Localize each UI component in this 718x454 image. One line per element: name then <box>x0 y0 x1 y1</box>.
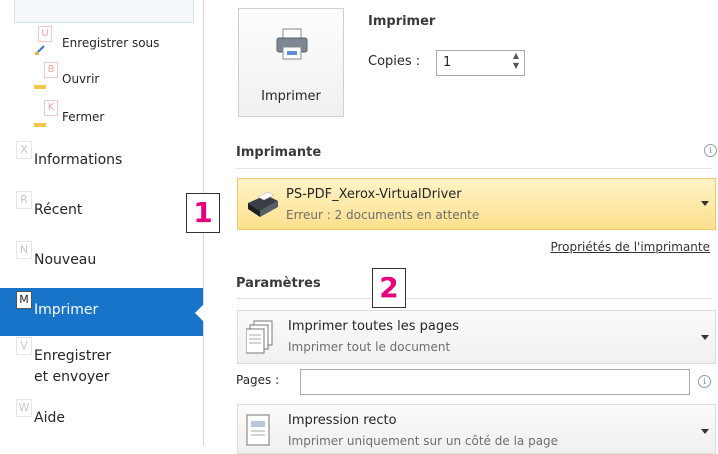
keytip-v: V <box>16 337 32 355</box>
nav-recent-label: Récent <box>34 202 83 218</box>
printer-properties-link[interactable]: Propriétés de l'imprimante <box>550 240 710 254</box>
nav-enregistrer-envoyer[interactable]: V Enregistrer et envoyer <box>0 334 203 390</box>
settings-divider <box>236 298 712 299</box>
previous-item-highlight <box>14 0 194 23</box>
nav-enregistrer-label-line2: et envoyer <box>34 369 110 385</box>
nav-aide[interactable]: W Aide <box>0 396 203 444</box>
print-range-subtitle: Imprimer tout le document <box>288 340 451 354</box>
print-pane: Imprimer Imprimer Copies : 1 ▲ ▼ Impriman… <box>204 0 718 454</box>
save-as-icon <box>35 45 45 55</box>
printer-name: PS-PDF_Xerox-VirtualDriver <box>286 187 462 202</box>
pages-label: Pages : <box>236 373 280 387</box>
sides-title: Impression recto <box>288 413 397 428</box>
folder-icon <box>34 85 46 89</box>
print-range-dropdown[interactable]: Imprimer toutes les pages Imprimer tout … <box>237 310 716 364</box>
printer-status: Erreur : 2 documents en attente <box>286 208 480 222</box>
keytip-m: M <box>16 291 32 309</box>
printer-divider <box>236 168 712 169</box>
nav-informations[interactable]: X Informations <box>0 138 203 186</box>
open-label: Ouvrir <box>62 72 100 86</box>
keytip-w: W <box>16 399 32 417</box>
callout-1: 1 <box>186 193 220 233</box>
active-notch <box>195 304 204 322</box>
print-section-title: Imprimer <box>368 14 436 29</box>
pages-input[interactable] <box>300 369 690 395</box>
printer-section-title: Imprimante <box>236 145 322 160</box>
chevron-down-icon <box>701 335 709 340</box>
copies-spin-buttons[interactable]: ▲ ▼ <box>508 51 524 75</box>
nav-informations-label: Informations <box>34 152 123 168</box>
print-button[interactable]: Imprimer <box>238 8 344 117</box>
copies-label: Copies : <box>368 54 421 69</box>
callout-2: 2 <box>372 268 406 308</box>
pages-info-icon[interactable]: i <box>698 375 711 388</box>
backstage-sidebar: U Enregistrer sous B Ouvrir K Fermer X I… <box>0 0 204 446</box>
nav-aide-label: Aide <box>34 410 65 426</box>
keytip-k: K <box>44 100 58 116</box>
print-button-label: Imprimer <box>261 89 321 104</box>
nav-nouveau-label: Nouveau <box>34 252 97 268</box>
nav-recent[interactable]: R Récent <box>0 188 203 236</box>
nav-enregistrer-label-line1: Enregistrer <box>34 348 112 364</box>
copies-stepper[interactable]: 1 ▲ ▼ <box>436 50 525 76</box>
nav-imprimer-label: Imprimer <box>34 302 99 318</box>
keytip-r: R <box>16 191 32 209</box>
keytip-u: U <box>38 26 52 42</box>
pages-icon <box>246 320 273 354</box>
close-label: Fermer <box>62 110 105 124</box>
printer-device-icon <box>248 191 278 217</box>
info-icon[interactable]: i <box>704 144 717 157</box>
close-file-icon <box>34 123 46 127</box>
copies-value: 1 <box>443 55 452 70</box>
chevron-down-icon <box>701 429 709 434</box>
chevron-down-icon <box>701 201 709 206</box>
printer-icon <box>276 28 308 60</box>
sides-dropdown[interactable]: Impression recto Imprimer uniquement sur… <box>237 404 716 454</box>
keytip-b: B <box>44 62 58 78</box>
nav-imprimer[interactable]: M Imprimer <box>0 288 204 336</box>
keytip-x: X <box>16 141 32 159</box>
print-range-title: Imprimer toutes les pages <box>288 319 459 334</box>
printer-dropdown[interactable]: PS-PDF_Xerox-VirtualDriver Erreur : 2 do… <box>237 178 716 230</box>
settings-section-title: Paramètres <box>236 276 321 291</box>
keytip-n: N <box>16 241 32 259</box>
nav-nouveau[interactable]: N Nouveau <box>0 238 203 286</box>
single-side-icon <box>246 414 270 446</box>
save-as-label: Enregistrer sous <box>62 36 160 50</box>
